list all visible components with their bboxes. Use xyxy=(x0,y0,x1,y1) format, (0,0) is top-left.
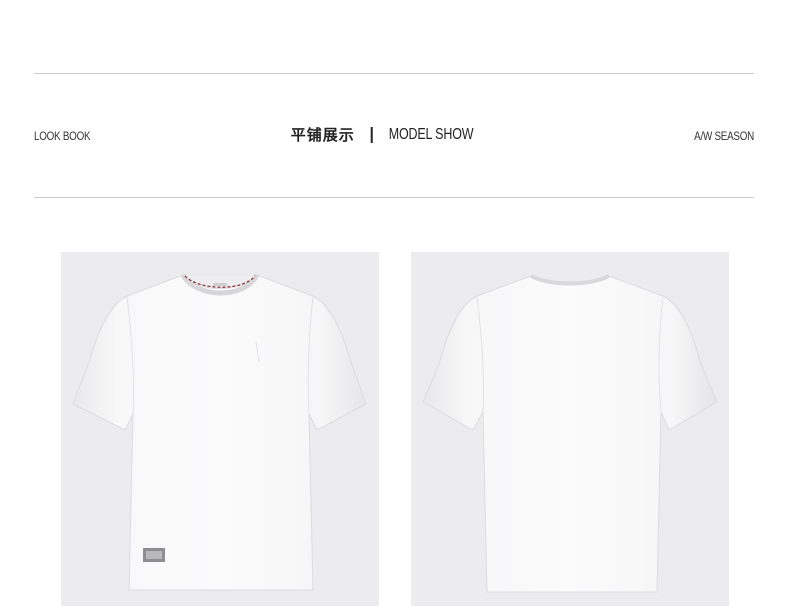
title-chinese: 平铺展示 xyxy=(290,126,355,144)
top-divider xyxy=(34,73,754,74)
tshirt-front-image xyxy=(72,273,367,591)
tshirt-back-image xyxy=(422,274,718,593)
section-header: LOOK BOOK 平铺展示 MODEL SHOW A/W SEASON xyxy=(34,124,754,152)
tshirt-back-panel xyxy=(411,252,729,606)
lookbook-label: LOOK BOOK xyxy=(34,129,91,143)
title-separator xyxy=(370,126,373,143)
season-label: A/W SEASON xyxy=(694,129,754,143)
bottom-divider xyxy=(34,197,754,198)
tshirt-front-panel xyxy=(61,252,379,606)
section-title: 平铺展示 MODEL SHOW xyxy=(291,124,498,145)
title-english: MODEL SHOW xyxy=(388,125,474,143)
